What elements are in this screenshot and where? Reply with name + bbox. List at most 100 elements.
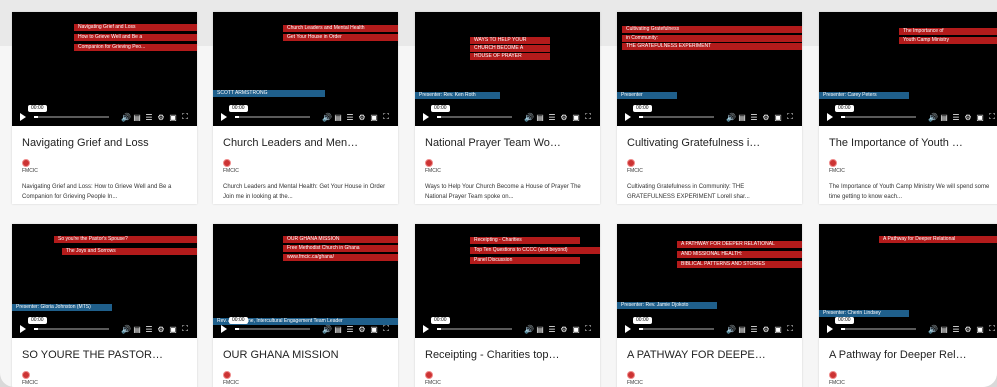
captions-icon[interactable]: ▤: [738, 113, 746, 122]
progress-bar[interactable]: 00:00: [835, 105, 916, 118]
picture-in-picture-icon[interactable]: ▣: [370, 113, 378, 122]
video-thumbnail[interactable]: Receipting - Charities Top Ten Questions …: [415, 224, 600, 338]
video-title[interactable]: Church Leaders and Men…: [223, 137, 391, 149]
fullscreen-icon[interactable]: ⛶: [584, 324, 592, 334]
play-icon[interactable]: [20, 113, 26, 121]
progress-bar[interactable]: 00:00: [229, 317, 310, 330]
settings-icon[interactable]: ⚙: [157, 325, 165, 334]
play-icon[interactable]: [625, 325, 631, 333]
volume-icon[interactable]: 🔊: [928, 325, 938, 334]
settings-icon[interactable]: ⚙: [964, 113, 972, 122]
play-icon[interactable]: [827, 113, 833, 121]
chapters-icon[interactable]: ☰: [548, 113, 556, 122]
captions-icon[interactable]: ▤: [940, 325, 948, 334]
progress-bar[interactable]: 00:00: [633, 317, 714, 330]
captions-icon[interactable]: ▤: [940, 113, 948, 122]
volume-icon[interactable]: 🔊: [726, 113, 736, 122]
fullscreen-icon[interactable]: ⛶: [382, 324, 390, 334]
volume-icon[interactable]: 🔊: [121, 113, 131, 122]
video-card[interactable]: Cultivating Gratefulness in Community: THE…: [617, 12, 802, 204]
settings-icon[interactable]: ⚙: [560, 113, 568, 122]
picture-in-picture-icon[interactable]: ▣: [169, 113, 177, 122]
chapters-icon[interactable]: ☰: [548, 325, 556, 334]
chapters-icon[interactable]: ☰: [952, 113, 960, 122]
video-title[interactable]: Cultivating Gratefulness i…: [627, 137, 795, 149]
volume-icon[interactable]: 🔊: [322, 325, 332, 334]
picture-in-picture-icon[interactable]: ▣: [976, 113, 984, 122]
settings-icon[interactable]: ⚙: [560, 325, 568, 334]
volume-icon[interactable]: 🔊: [726, 325, 736, 334]
video-title[interactable]: Receipting - Charities top…: [425, 349, 593, 361]
video-title[interactable]: National Prayer Team Wo…: [425, 137, 593, 149]
picture-in-picture-icon[interactable]: ▣: [572, 113, 580, 122]
fullscreen-icon[interactable]: ⛶: [988, 112, 996, 122]
video-title[interactable]: A PATHWAY FOR DEEPE…: [627, 349, 795, 361]
volume-icon[interactable]: 🔊: [121, 325, 131, 334]
video-thumbnail[interactable]: The Importance of Youth Camp Ministry Pres…: [819, 12, 997, 126]
volume-icon[interactable]: 🔊: [928, 113, 938, 122]
video-thumbnail[interactable]: So you're the Pastor's Spouse? The Joys a…: [12, 224, 197, 338]
video-card[interactable]: OUR GHANA MISSION Free Methodist Church i…: [213, 224, 398, 387]
settings-icon[interactable]: ⚙: [358, 325, 366, 334]
captions-icon[interactable]: ▤: [334, 113, 342, 122]
chapters-icon[interactable]: ☰: [750, 113, 758, 122]
captions-icon[interactable]: ▤: [536, 325, 544, 334]
settings-icon[interactable]: ⚙: [157, 113, 165, 122]
progress-bar[interactable]: 00:00: [28, 105, 109, 118]
progress-bar[interactable]: 00:00: [633, 105, 714, 118]
video-thumbnail[interactable]: A Pathway for Deeper Relational Presenter…: [819, 224, 997, 338]
progress-bar[interactable]: 00:00: [229, 105, 310, 118]
video-card[interactable]: A Pathway for Deeper Relational Presenter…: [819, 224, 997, 387]
video-card[interactable]: So you're the Pastor's Spouse? The Joys a…: [12, 224, 197, 387]
video-thumbnail[interactable]: Cultivating Gratefulness in Community: THE…: [617, 12, 802, 126]
fullscreen-icon[interactable]: ⛶: [988, 324, 996, 334]
chapters-icon[interactable]: ☰: [145, 113, 153, 122]
captions-icon[interactable]: ▤: [334, 325, 342, 334]
play-icon[interactable]: [20, 325, 26, 333]
progress-bar[interactable]: 00:00: [431, 105, 512, 118]
settings-icon[interactable]: ⚙: [762, 325, 770, 334]
settings-icon[interactable]: ⚙: [762, 113, 770, 122]
video-card[interactable]: The Importance of Youth Camp Ministry Pres…: [819, 12, 997, 204]
chapters-icon[interactable]: ☰: [145, 325, 153, 334]
picture-in-picture-icon[interactable]: ▣: [572, 325, 580, 334]
play-icon[interactable]: [423, 325, 429, 333]
fullscreen-icon[interactable]: ⛶: [584, 112, 592, 122]
video-card[interactable]: A PATHWAY FOR DEEPER RELATIONAL AND MISSI…: [617, 224, 802, 387]
chapters-icon[interactable]: ☰: [952, 325, 960, 334]
video-title[interactable]: Navigating Grief and Loss: [22, 137, 190, 149]
fullscreen-icon[interactable]: ⛶: [786, 112, 794, 122]
chapters-icon[interactable]: ☰: [750, 325, 758, 334]
captions-icon[interactable]: ▤: [536, 113, 544, 122]
video-title[interactable]: The Importance of Youth …: [829, 137, 997, 149]
progress-bar[interactable]: 00:00: [431, 317, 512, 330]
captions-icon[interactable]: ▤: [133, 113, 141, 122]
video-title[interactable]: SO YOURE THE PASTOR…: [22, 349, 190, 361]
chapters-icon[interactable]: ☰: [346, 113, 354, 122]
video-title[interactable]: A Pathway for Deeper Rel…: [829, 349, 997, 361]
fullscreen-icon[interactable]: ⛶: [786, 324, 794, 334]
video-title[interactable]: OUR GHANA MISSION: [223, 349, 391, 361]
fullscreen-icon[interactable]: ⛶: [181, 112, 189, 122]
video-thumbnail[interactable]: Navigating Grief and Loss How to Grieve W…: [12, 12, 197, 126]
video-card[interactable]: Church Leaders and Mental Health Get Your…: [213, 12, 398, 204]
video-thumbnail[interactable]: Church Leaders and Mental Health Get Your…: [213, 12, 398, 126]
play-icon[interactable]: [625, 113, 631, 121]
picture-in-picture-icon[interactable]: ▣: [169, 325, 177, 334]
volume-icon[interactable]: 🔊: [322, 113, 332, 122]
settings-icon[interactable]: ⚙: [358, 113, 366, 122]
settings-icon[interactable]: ⚙: [964, 325, 972, 334]
picture-in-picture-icon[interactable]: ▣: [774, 113, 782, 122]
video-thumbnail[interactable]: A PATHWAY FOR DEEPER RELATIONAL AND MISSI…: [617, 224, 802, 338]
video-card[interactable]: Navigating Grief and Loss How to Grieve W…: [12, 12, 197, 204]
progress-bar[interactable]: 00:00: [835, 317, 916, 330]
captions-icon[interactable]: ▤: [738, 325, 746, 334]
volume-icon[interactable]: 🔊: [524, 325, 534, 334]
video-card[interactable]: Receipting - Charities Top Ten Questions …: [415, 224, 600, 387]
video-thumbnail[interactable]: OUR GHANA MISSION Free Methodist Church i…: [213, 224, 398, 338]
video-thumbnail[interactable]: WAYS TO HELP YOUR CHURCH BECOME A HOUSE OF…: [415, 12, 600, 126]
captions-icon[interactable]: ▤: [133, 325, 141, 334]
fullscreen-icon[interactable]: ⛶: [181, 324, 189, 334]
fullscreen-icon[interactable]: ⛶: [382, 112, 390, 122]
play-icon[interactable]: [423, 113, 429, 121]
